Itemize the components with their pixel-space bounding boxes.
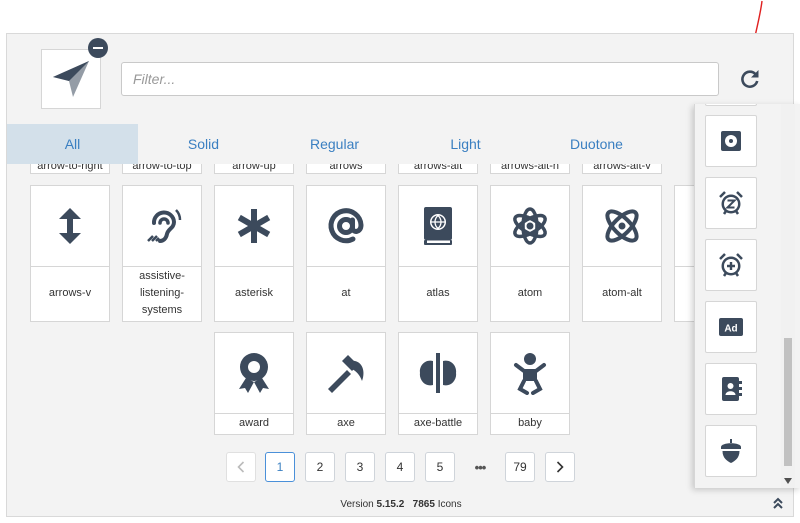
next-page-button[interactable] bbox=[545, 452, 575, 482]
icon-label: arrows-v bbox=[48, 286, 92, 299]
icon-grid: arrow-to-right arrow-to-top arrow-up arr… bbox=[7, 164, 793, 486]
svg-text:Ad: Ad bbox=[724, 324, 737, 335]
icon-label: arrows-alt-v bbox=[593, 164, 651, 172]
hdd-icon bbox=[721, 131, 741, 151]
icon-cell-baby[interactable]: baby bbox=[490, 332, 570, 435]
pagination-ellipsis: ••• bbox=[474, 459, 487, 475]
asterisk-icon bbox=[237, 209, 271, 243]
icon-list-item[interactable] bbox=[705, 363, 757, 415]
icon-cell[interactable]: arrow-to-top bbox=[122, 164, 202, 174]
atom-alt-icon bbox=[605, 209, 639, 243]
alarm-plus-icon bbox=[719, 253, 743, 277]
icon-cell-at[interactable]: at bbox=[306, 185, 386, 322]
filter-input[interactable] bbox=[121, 62, 719, 96]
tab-solid[interactable]: Solid bbox=[138, 124, 269, 164]
icon-cell-axe-battle[interactable]: axe-battle bbox=[398, 332, 478, 435]
icon-list-item[interactable] bbox=[705, 177, 757, 229]
page-79-button[interactable]: 79 bbox=[505, 452, 535, 482]
icon-list-item[interactable] bbox=[705, 425, 757, 477]
icon-label: at bbox=[341, 286, 351, 299]
icon-cell-assistive-listening-systems[interactable]: assistive-listening-systems bbox=[122, 185, 202, 322]
selected-icon-preview[interactable] bbox=[41, 49, 101, 109]
icon-cell-atom[interactable]: atom bbox=[490, 185, 570, 322]
icon-label: arrows bbox=[329, 164, 363, 172]
tab-duotone[interactable]: Duotone bbox=[531, 124, 662, 164]
icon-cell[interactable]: arrows bbox=[306, 164, 386, 174]
popup-scrollbar[interactable] bbox=[781, 104, 795, 488]
footer-status: Version 5.15.2 7865 Icons bbox=[7, 490, 793, 516]
location-arrow-icon bbox=[53, 61, 89, 97]
tab-regular[interactable]: Regular bbox=[269, 124, 400, 164]
arrows-v-icon bbox=[59, 208, 81, 244]
axe-battle-icon bbox=[419, 353, 457, 393]
scroll-down-icon[interactable] bbox=[784, 478, 792, 484]
icon-list-item[interactable]: Ad bbox=[705, 301, 757, 353]
assistive-listening-icon bbox=[147, 209, 182, 243]
icon-list-item[interactable] bbox=[705, 104, 757, 106]
icon-cell-asterisk[interactable]: asterisk bbox=[214, 185, 294, 322]
page-5-button[interactable]: 5 bbox=[425, 452, 455, 482]
atlas-icon bbox=[424, 207, 452, 245]
icon-cell-award[interactable]: award bbox=[214, 332, 294, 435]
icon-label: atom bbox=[517, 286, 543, 299]
icon-cell[interactable]: arrows-alt-v bbox=[582, 164, 662, 174]
icon-cell-atom-alt[interactable]: atom-alt bbox=[582, 185, 662, 322]
chevron-left-icon bbox=[237, 461, 245, 473]
icon-list-item[interactable] bbox=[705, 115, 757, 167]
tab-light[interactable]: Light bbox=[400, 124, 531, 164]
collapse-button[interactable] bbox=[771, 494, 785, 512]
icon-cell-arrows-v[interactable]: arrows-v bbox=[30, 185, 110, 322]
icon-label: baby bbox=[518, 416, 542, 429]
pagination: 1 2 3 4 5 ••• 79 bbox=[7, 452, 793, 484]
at-icon bbox=[328, 208, 364, 244]
axe-icon bbox=[328, 355, 364, 393]
icon-label: arrows-alt-h bbox=[500, 164, 560, 172]
icon-label: arrow-up bbox=[232, 164, 276, 172]
page-3-button[interactable]: 3 bbox=[345, 452, 375, 482]
ad-icon: Ad bbox=[719, 318, 743, 336]
chevron-right-icon bbox=[556, 461, 564, 473]
style-tabs: All Solid Regular Light Duotone bbox=[7, 124, 793, 164]
icon-list-item[interactable] bbox=[705, 239, 757, 291]
icon-label: arrow-to-top bbox=[132, 164, 192, 172]
icon-picker-panel: All Solid Regular Light Duotone arrow-to… bbox=[6, 33, 794, 517]
minus-icon bbox=[93, 47, 103, 49]
icon-label: asterisk bbox=[235, 286, 273, 299]
prev-page-button[interactable] bbox=[226, 452, 256, 482]
alarm-snooze-icon bbox=[719, 191, 743, 215]
baby-icon bbox=[514, 353, 546, 395]
icon-label: arrows-alt bbox=[413, 164, 463, 172]
icon-cell[interactable]: arrow-up bbox=[214, 164, 294, 174]
address-book-icon bbox=[722, 377, 742, 401]
icon-label: atom-alt bbox=[602, 286, 642, 299]
icon-cell[interactable]: arrows-alt bbox=[398, 164, 478, 174]
icon-label: atlas bbox=[426, 286, 450, 299]
tab-all[interactable]: All bbox=[7, 124, 138, 164]
acorn-icon bbox=[721, 439, 741, 463]
icon-label: arrow-to-right bbox=[37, 164, 103, 172]
version-label: Version bbox=[340, 498, 374, 510]
refresh-button[interactable] bbox=[735, 64, 765, 94]
icon-count-label: Icons bbox=[437, 498, 462, 510]
version-number: 5.15.2 bbox=[376, 498, 405, 510]
icon-cell[interactable]: arrow-to-right bbox=[30, 164, 110, 174]
chevron-double-up-icon bbox=[773, 497, 783, 509]
remove-icon-button[interactable] bbox=[88, 38, 108, 58]
icon-cell[interactable]: arrows-alt-h bbox=[490, 164, 570, 174]
award-icon bbox=[239, 353, 269, 393]
scrollbar-thumb[interactable] bbox=[784, 338, 792, 466]
icon-cell-atlas[interactable]: atlas bbox=[398, 185, 478, 322]
icon-count: 7865 bbox=[412, 498, 435, 510]
icon-label: axe-battle bbox=[413, 416, 463, 429]
icon-label: assistive-listening-systems bbox=[139, 269, 185, 316]
icon-label: award bbox=[239, 416, 269, 429]
icon-label: axe bbox=[337, 416, 355, 429]
atom-icon bbox=[513, 207, 547, 245]
icon-cell-axe[interactable]: axe bbox=[306, 332, 386, 435]
icon-dropdown-list: Ad bbox=[694, 104, 800, 488]
page-2-button[interactable]: 2 bbox=[305, 452, 335, 482]
page-4-button[interactable]: 4 bbox=[385, 452, 415, 482]
redo-icon bbox=[741, 70, 759, 88]
page-1-button[interactable]: 1 bbox=[265, 452, 295, 482]
